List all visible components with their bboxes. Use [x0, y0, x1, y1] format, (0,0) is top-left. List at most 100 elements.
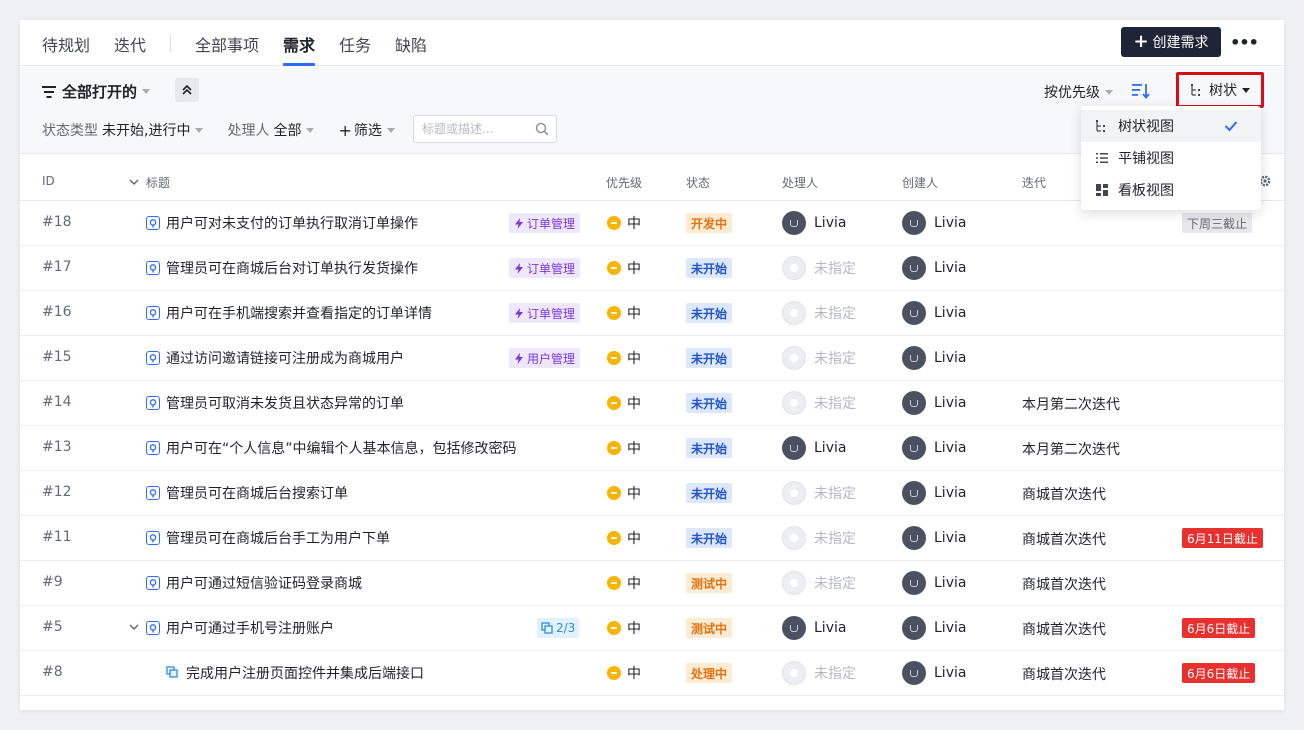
row-title[interactable]: 管理员可取消未发货且状态异常的订单 — [146, 393, 404, 413]
priority-cell[interactable]: 中 — [607, 393, 641, 413]
creator-cell[interactable]: Livia — [902, 661, 966, 685]
nav-tab-bugs[interactable]: 缺陷 — [395, 32, 427, 56]
creator-cell[interactable]: Livia — [902, 256, 966, 280]
iteration-cell[interactable]: 商城首次迭代 — [1022, 664, 1106, 684]
iteration-cell[interactable]: 本月第二次迭代 — [1022, 439, 1120, 459]
nav-tab-planning[interactable]: 待规划 — [42, 32, 90, 56]
status-badge[interactable]: 未开始 — [686, 348, 733, 368]
row-id[interactable]: #13 — [42, 439, 72, 455]
row-title[interactable]: 用户可对未支付的订单执行取消订单操作 — [146, 213, 418, 233]
due-date-badge[interactable]: 下周三截止 — [1182, 213, 1253, 233]
status-badge[interactable]: 未开始 — [686, 258, 733, 278]
creator-cell[interactable]: Livia — [902, 391, 966, 415]
table-row[interactable]: #17 管理员可在商城后台对订单执行发货操作 订单管理 中 未开始 未指定 Livia — [20, 246, 1284, 291]
row-id[interactable]: #9 — [42, 574, 63, 590]
row-id[interactable]: #5 — [42, 619, 63, 635]
row-title[interactable]: 管理员可在商城后台对订单执行发货操作 — [146, 258, 418, 278]
row-title[interactable]: 用户可通过手机号注册账户 — [146, 618, 334, 638]
due-date-badge[interactable]: 6月6日截止 — [1182, 663, 1256, 683]
status-badge[interactable]: 测试中 — [686, 618, 733, 638]
table-row[interactable]: #16 用户可在手机端搜索并查看指定的订单详情 订单管理 中 未开始 未指定 Livia — [20, 291, 1284, 336]
nav-tab-requirements[interactable]: 需求 — [283, 32, 315, 56]
priority-cell[interactable]: 中 — [607, 213, 641, 233]
view-mode-button[interactable]: 树状 — [1176, 72, 1264, 108]
iteration-cell[interactable]: 商城首次迭代 — [1022, 529, 1106, 549]
row-title[interactable]: 管理员可在商城后台手工为用户下单 — [146, 528, 390, 548]
row-title[interactable]: 用户可在“个人信息”中编辑个人基本信息，包括修改密码 — [146, 438, 517, 458]
column-header-assignee[interactable]: 处理人 — [782, 174, 818, 191]
row-id[interactable]: #14 — [42, 394, 72, 410]
expand-chevron-icon[interactable] — [128, 621, 140, 633]
status-badge[interactable]: 未开始 — [686, 393, 733, 413]
assignee-cell[interactable]: 未指定 — [782, 391, 856, 415]
assignee-cell[interactable]: 未指定 — [782, 256, 856, 280]
priority-cell[interactable]: 中 — [607, 663, 641, 683]
add-filter-button[interactable]: + 筛选 — [338, 120, 395, 140]
row-id[interactable]: #17 — [42, 259, 72, 275]
create-requirement-button[interactable]: + 创建需求 — [1121, 27, 1221, 57]
priority-cell[interactable]: 中 — [607, 348, 641, 368]
creator-cell[interactable]: Livia — [902, 346, 966, 370]
creator-cell[interactable]: Livia — [902, 301, 966, 325]
menu-item-board-view[interactable]: 看板视图 — [1081, 174, 1261, 206]
assignee-cell[interactable]: 未指定 — [782, 661, 856, 685]
row-title[interactable]: 用户可在手机端搜索并查看指定的订单详情 — [146, 303, 432, 323]
priority-cell[interactable]: 中 — [607, 573, 641, 593]
iteration-cell[interactable]: 商城首次迭代 — [1022, 484, 1106, 504]
search-input[interactable] — [414, 116, 530, 142]
nav-tab-iteration[interactable]: 迭代 — [114, 32, 146, 56]
view-selector[interactable]: 全部打开的 — [42, 81, 151, 102]
priority-cell[interactable]: 中 — [607, 483, 641, 503]
column-header-title[interactable]: 标题 — [146, 174, 170, 191]
row-id[interactable]: #18 — [42, 214, 72, 230]
column-header-id[interactable]: ID — [42, 174, 55, 188]
assignee-cell[interactable]: Livia — [782, 211, 846, 235]
priority-cell[interactable]: 中 — [607, 258, 641, 278]
nav-tab-tasks[interactable]: 任务 — [339, 32, 371, 56]
column-header-creator[interactable]: 创建人 — [902, 174, 938, 191]
row-title[interactable]: 管理员可在商城后台搜索订单 — [146, 483, 348, 503]
creator-cell[interactable]: Livia — [902, 481, 966, 505]
table-row[interactable]: #5 用户可通过手机号注册账户 2/3 中 测试中 Livia Livia 商城首次迭代 6月6… — [20, 606, 1284, 651]
table-row[interactable]: #12 管理员可在商城后台搜索订单 中 未开始 未指定 Livia 商城首次迭代 — [20, 471, 1284, 516]
chevron-down-icon[interactable] — [128, 177, 140, 187]
status-badge[interactable]: 测试中 — [686, 573, 733, 593]
table-row[interactable]: #15 通过访问邀请链接可注册成为商城用户 用户管理 中 未开始 未指定 Livia — [20, 336, 1284, 381]
priority-cell[interactable]: 中 — [607, 438, 641, 458]
row-id[interactable]: #8 — [42, 664, 63, 680]
more-options-button[interactable]: ••• — [1230, 29, 1259, 55]
collapse-filters-button[interactable] — [175, 78, 199, 102]
table-row[interactable]: #9 用户可通过短信验证码登录商城 中 测试中 未指定 Livia 商城首次迭代 — [20, 561, 1284, 606]
feature-tag[interactable]: 订单管理 — [509, 258, 581, 278]
column-header-priority[interactable]: 优先级 — [606, 174, 642, 191]
priority-cell[interactable]: 中 — [607, 528, 641, 548]
assignee-cell[interactable]: Livia — [782, 616, 846, 640]
feature-tag[interactable]: 订单管理 — [509, 213, 581, 233]
assignee-cell[interactable]: 未指定 — [782, 346, 856, 370]
creator-cell[interactable]: Livia — [902, 211, 966, 235]
creator-cell[interactable]: Livia — [902, 616, 966, 640]
iteration-cell[interactable]: 商城首次迭代 — [1022, 574, 1106, 594]
status-badge[interactable]: 未开始 — [686, 303, 733, 323]
row-id[interactable]: #11 — [42, 529, 72, 545]
creator-cell[interactable]: Livia — [902, 526, 966, 550]
subtask-count-badge[interactable]: 2/3 — [537, 618, 580, 638]
assignee-filter[interactable]: 处理人 全部 — [227, 120, 315, 140]
creator-cell[interactable]: Livia — [902, 571, 966, 595]
row-title[interactable]: 用户可通过短信验证码登录商城 — [146, 573, 362, 593]
row-title[interactable]: 完成用户注册页面控件并集成后端接口 — [166, 663, 424, 683]
row-id[interactable]: #12 — [42, 484, 72, 500]
nav-tab-all-items[interactable]: 全部事项 — [195, 32, 259, 56]
menu-item-flat-view[interactable]: 平铺视图 — [1081, 142, 1261, 174]
search-icon[interactable] — [535, 122, 549, 136]
assignee-cell[interactable]: 未指定 — [782, 301, 856, 325]
assignee-cell[interactable]: 未指定 — [782, 526, 856, 550]
status-badge[interactable]: 开发中 — [686, 213, 733, 233]
row-id[interactable]: #16 — [42, 304, 72, 320]
iteration-cell[interactable]: 商城首次迭代 — [1022, 619, 1106, 639]
feature-tag[interactable]: 订单管理 — [509, 303, 581, 323]
column-header-iteration[interactable]: 迭代 — [1022, 174, 1046, 191]
iteration-cell[interactable]: 本月第二次迭代 — [1022, 394, 1120, 414]
status-badge[interactable]: 未开始 — [686, 438, 733, 458]
row-title[interactable]: 通过访问邀请链接可注册成为商城用户 — [146, 348, 404, 368]
